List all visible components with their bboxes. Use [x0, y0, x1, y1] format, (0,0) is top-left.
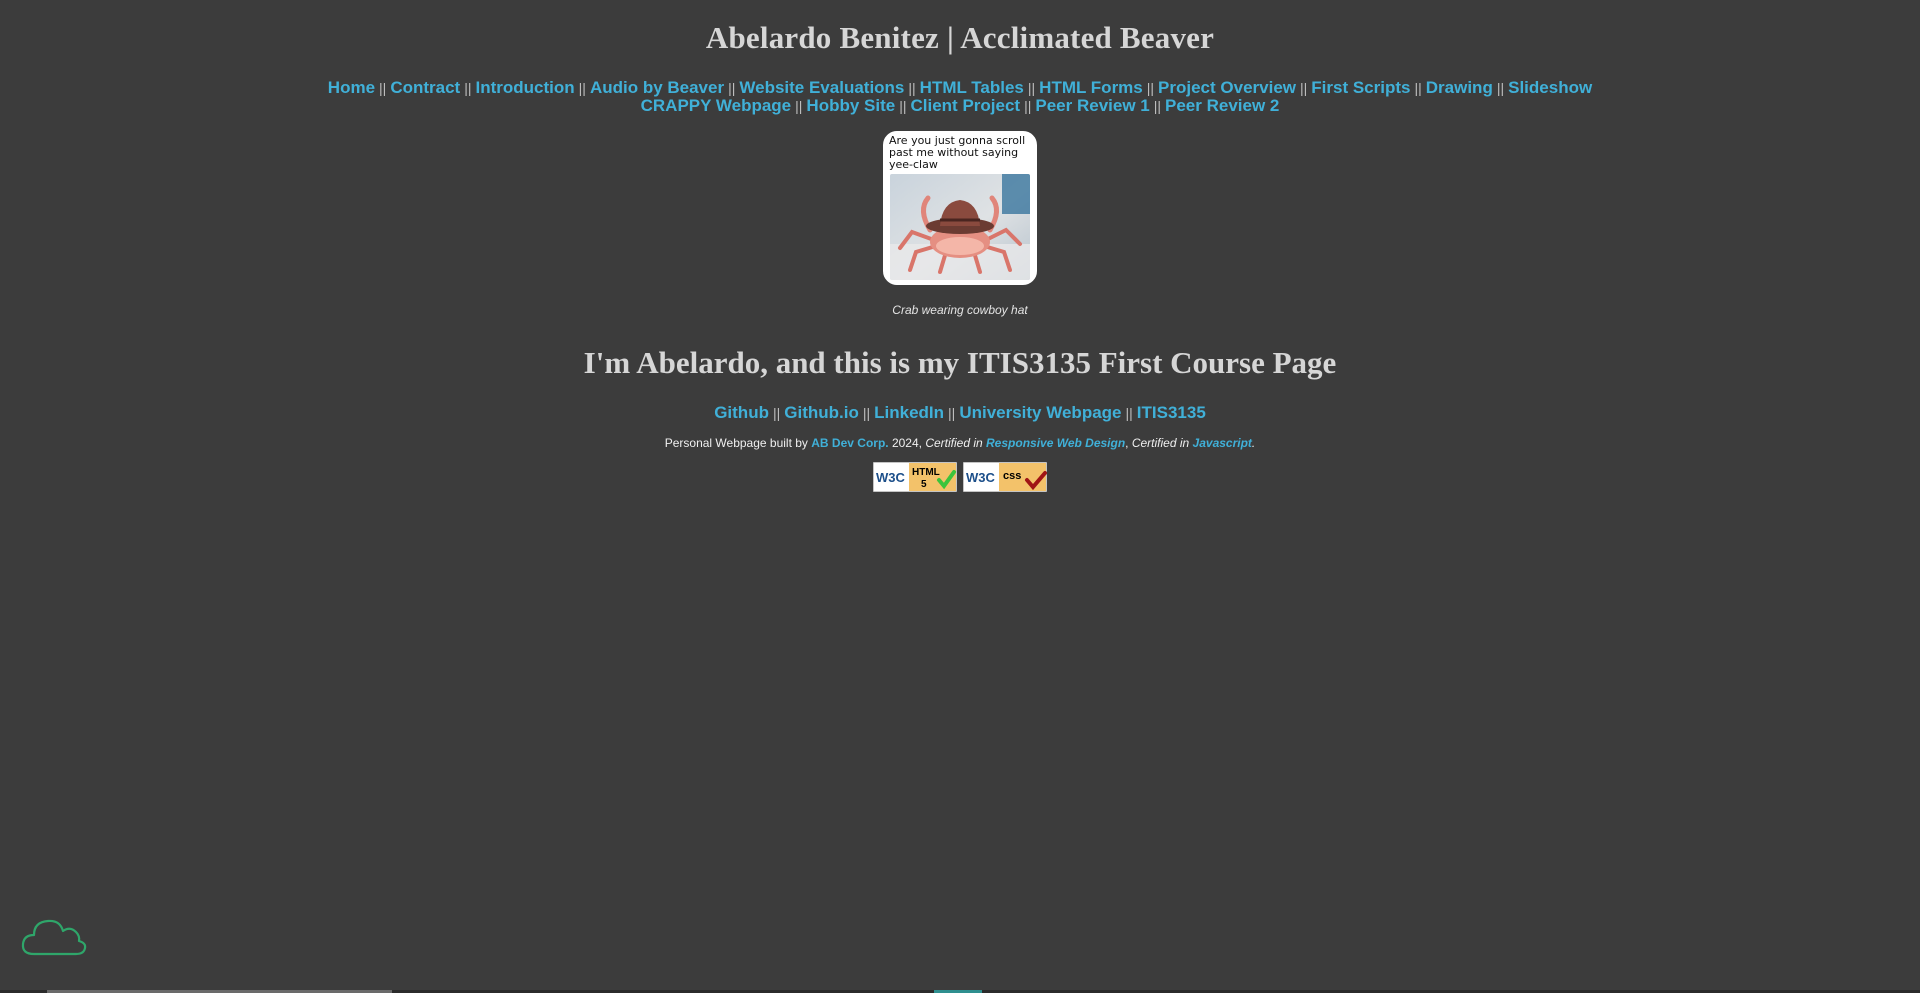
nav-separator: ||	[899, 98, 907, 114]
social-link-university-webpage[interactable]: University Webpage	[959, 403, 1121, 422]
crab-photo	[890, 174, 1030, 280]
social-link-linkedin[interactable]: LinkedIn	[874, 403, 944, 422]
nav-link-html-forms[interactable]: HTML Forms	[1039, 78, 1143, 97]
footer-comma: ,	[1125, 436, 1132, 450]
nav-separator: ||	[772, 405, 781, 421]
footer-end: .	[1251, 436, 1256, 450]
cert1-prefix: Certified in	[925, 436, 987, 450]
nav-link-project-overview[interactable]: Project Overview	[1158, 78, 1296, 97]
meme-figure: Are you just gonna scroll past me withou…	[860, 131, 1060, 317]
html-label: HTML	[912, 467, 940, 478]
nav-separator: ||	[1027, 80, 1036, 96]
social-nav: Github || Github.io || LinkedIn || University …	[0, 403, 1920, 423]
nav-link-client-project[interactable]: Client Project	[911, 96, 1021, 115]
nav-link-peer-review-1[interactable]: Peer Review 1	[1035, 96, 1149, 115]
nav-link-hobby-site[interactable]: Hobby Site	[806, 96, 895, 115]
social-link-itis3135[interactable]: ITIS3135	[1137, 403, 1206, 422]
social-link-github-io[interactable]: Github.io	[784, 403, 859, 422]
w3c-css-badge[interactable]: W3C css	[963, 462, 1047, 492]
crab-cowboy-illustration	[890, 174, 1030, 280]
meme-text: Are you just gonna scroll past me withou…	[889, 134, 1026, 171]
nav-separator: ||	[1300, 80, 1308, 96]
nav-separator: ||	[464, 80, 472, 96]
nav-link-drawing[interactable]: Drawing	[1426, 78, 1493, 97]
cert-javascript-link[interactable]: Javascript	[1193, 436, 1252, 450]
nav-separator: ||	[578, 80, 586, 96]
site-title: Abelardo Benitez | Acclimated Beaver	[705, 20, 1215, 55]
nav-link-crappy-webpage[interactable]: CRAPPY Webpage	[641, 96, 792, 115]
nav-separator: ||	[1414, 80, 1422, 96]
nav-link-html-tables[interactable]: HTML Tables	[920, 78, 1024, 97]
nav-separator: ||	[948, 405, 956, 421]
w3c-html5-badge[interactable]: W3C HTML 5	[873, 462, 957, 492]
social-link-github[interactable]: Github	[714, 403, 769, 422]
main-nav: Home || Contract || Introduction || Audio by B…	[0, 79, 1920, 115]
nav-link-first-scripts[interactable]: First Scripts	[1311, 78, 1410, 97]
course-page-heading: I'm Abelardo, and this is my ITIS3135 Fi…	[583, 345, 1337, 380]
meme-caption: Crab wearing cowboy hat	[892, 303, 1028, 317]
meme-image: Are you just gonna scroll past me withou…	[883, 131, 1037, 285]
footer-year: 2024,	[888, 436, 926, 450]
w3c-logo-text: W3C	[876, 470, 906, 485]
css-label: css	[1003, 470, 1021, 482]
nav-separator: ||	[795, 98, 803, 114]
nav-link-audio-by-beaver[interactable]: Audio by Beaver	[590, 78, 724, 97]
cert-responsive-web-design-link[interactable]: Responsive Web Design	[986, 436, 1125, 450]
company-link[interactable]: AB Dev Corp.	[811, 436, 888, 450]
nav-separator: ||	[1153, 98, 1162, 114]
nav-link-introduction[interactable]: Introduction	[476, 78, 575, 97]
footer-credits: Personal Webpage built by AB Dev Corp. 2…	[0, 436, 1920, 450]
site-header: Abelardo Benitez | Acclimated Beaver Hom…	[0, 0, 1920, 115]
nav-separator: ||	[862, 405, 871, 421]
footer-prefix: Personal Webpage built by	[664, 436, 812, 450]
nav-separator: ||	[1024, 98, 1032, 114]
validation-badges: W3C HTML 5 W3C css	[0, 462, 1920, 492]
nav-separator: ||	[1496, 80, 1505, 96]
nav-separator: ||	[908, 80, 916, 96]
html-version: 5	[921, 479, 927, 490]
nav-link-home[interactable]: Home	[328, 78, 375, 97]
nav-separator: ||	[1125, 405, 1133, 421]
nav-separator: ||	[379, 80, 387, 96]
nav-link-website-evaluations[interactable]: Website Evaluations	[739, 78, 904, 97]
cloud-icon[interactable]	[20, 914, 88, 958]
page: Abelardo Benitez | Acclimated Beaver Hom…	[0, 0, 1920, 993]
cert2-prefix: Certified in	[1131, 436, 1193, 450]
nav-row-2: CRAPPY Webpage || Hobby Site || Client Proje…	[0, 97, 1920, 115]
w3c-logo-text: W3C	[966, 470, 996, 485]
nav-link-slideshow[interactable]: Slideshow	[1508, 78, 1592, 97]
nav-link-contract[interactable]: Contract	[390, 78, 460, 97]
nav-separator: ||	[1146, 80, 1155, 96]
nav-row-1: Home || Contract || Introduction || Audio by B…	[0, 79, 1920, 97]
nav-separator: ||	[728, 80, 736, 96]
nav-link-peer-review-2[interactable]: Peer Review 2	[1165, 96, 1279, 115]
